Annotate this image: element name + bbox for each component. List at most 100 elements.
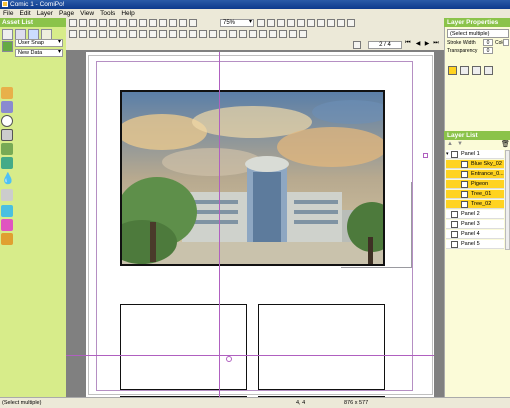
panel-1[interactable] — [120, 90, 385, 266]
asset-view-icon[interactable] — [2, 29, 13, 40]
arrange-21-icon[interactable] — [269, 30, 277, 38]
comic-page[interactable] — [66, 52, 434, 397]
tone-icon[interactable] — [1, 219, 13, 231]
arrange-14-icon[interactable] — [199, 30, 207, 38]
arrange-12-icon[interactable] — [179, 30, 187, 38]
transparency-field[interactable]: 0 — [483, 47, 493, 54]
mask-icon[interactable] — [484, 66, 493, 75]
template-icon[interactable] — [1, 233, 13, 245]
layer-row[interactable]: Panel 3 — [446, 220, 504, 229]
layer-row[interactable]: Panel 5 — [446, 240, 504, 249]
page-add-icon[interactable] — [353, 41, 361, 49]
arrange-8-icon[interactable] — [139, 30, 147, 38]
save-icon[interactable] — [89, 19, 97, 27]
menu-view[interactable]: View — [77, 9, 97, 18]
prev-page-icon[interactable]: ◀ — [414, 40, 422, 47]
menu-help[interactable]: Help — [118, 9, 137, 18]
background-icon[interactable] — [1, 143, 13, 155]
vertical-guide[interactable] — [219, 52, 220, 397]
arrange-17-icon[interactable] — [229, 30, 237, 38]
settings-icon[interactable] — [347, 19, 355, 27]
item-icon[interactable] — [1, 157, 13, 169]
cut-icon[interactable] — [139, 19, 147, 27]
arrange-18-icon[interactable] — [239, 30, 247, 38]
align-icon[interactable] — [307, 19, 315, 27]
arrange-2-icon[interactable] — [79, 30, 87, 38]
arrange-15-icon[interactable] — [209, 30, 217, 38]
arrange-20-icon[interactable] — [259, 30, 267, 38]
move-up-icon[interactable]: ▲ — [447, 141, 453, 147]
zoom-in-icon[interactable] — [257, 19, 265, 27]
pointer-icon[interactable] — [189, 19, 197, 27]
layer-row[interactable]: Entrance_0... — [446, 170, 504, 179]
effect-icon[interactable] — [1, 205, 13, 217]
asset-pose-icon[interactable] — [2, 41, 13, 52]
eye-icon[interactable] — [448, 66, 457, 75]
grid-icon[interactable] — [179, 19, 187, 27]
last-page-icon[interactable]: ⏭ — [432, 40, 440, 47]
arrange-10-icon[interactable] — [159, 30, 167, 38]
menu-page[interactable]: Page — [56, 9, 77, 18]
fit-icon[interactable] — [277, 19, 285, 27]
move-down-icon[interactable]: ▼ — [457, 141, 463, 147]
export-icon[interactable] — [99, 19, 107, 27]
arrange-16-icon[interactable] — [219, 30, 227, 38]
character-icon-2[interactable] — [1, 101, 13, 113]
order-icon[interactable] — [317, 19, 325, 27]
menu-file[interactable]: File — [0, 9, 16, 18]
color-swatch[interactable] — [503, 39, 509, 46]
layer-row[interactable]: Panel 2 — [446, 210, 504, 219]
layer-row[interactable]: Panel 4 — [446, 230, 504, 239]
image-icon[interactable] — [460, 66, 469, 75]
first-page-icon[interactable]: ⏮ — [404, 40, 412, 47]
rotate-icon[interactable] — [287, 19, 295, 27]
paste-icon[interactable] — [159, 19, 167, 27]
menu-edit[interactable]: Edit — [16, 9, 33, 18]
layer-scrollbar[interactable] — [505, 150, 510, 250]
page-indicator[interactable]: 2 / 4 — [368, 41, 402, 49]
effect-drop-icon[interactable]: 💧 — [1, 173, 15, 185]
arrange-5-icon[interactable] — [109, 30, 117, 38]
arrange-4-icon[interactable] — [99, 30, 107, 38]
lock-icon[interactable] — [337, 19, 345, 27]
arrange-3-icon[interactable] — [89, 30, 97, 38]
group-icon[interactable] — [327, 19, 335, 27]
panel-2[interactable] — [120, 304, 247, 390]
balloon-icon[interactable] — [1, 115, 13, 127]
layer-row[interactable]: Tree_01 — [446, 190, 504, 199]
stroke-width-field[interactable]: 0 — [483, 39, 493, 46]
redo-icon[interactable] — [129, 19, 137, 27]
menu-tools[interactable]: Tools — [97, 9, 118, 18]
layer-row[interactable]: Blue Sky_02 — [446, 160, 504, 169]
undo-icon[interactable] — [119, 19, 127, 27]
layer-mode-icon[interactable] — [472, 66, 481, 75]
character-icon[interactable] — [1, 87, 13, 99]
menu-layer[interactable]: Layer — [34, 9, 56, 18]
arrange-24-icon[interactable] — [299, 30, 307, 38]
arrange-19-icon[interactable] — [249, 30, 257, 38]
delete-icon[interactable] — [169, 19, 177, 27]
panel-3[interactable] — [258, 304, 385, 390]
arrange-9-icon[interactable] — [149, 30, 157, 38]
arrange-13-icon[interactable] — [189, 30, 197, 38]
blank-icon[interactable] — [1, 189, 13, 201]
text-icon[interactable] — [1, 129, 13, 141]
next-page-icon[interactable]: ▶ — [423, 40, 431, 47]
rotation-handle[interactable] — [226, 356, 232, 362]
arrange-7-icon[interactable] — [129, 30, 137, 38]
layer-row[interactable]: ▾ Panel 1 — [446, 150, 504, 159]
open-icon[interactable] — [79, 19, 87, 27]
trash-icon[interactable]: 🗑 — [501, 140, 510, 148]
zoom-out-icon[interactable] — [267, 19, 275, 27]
flip-icon[interactable] — [297, 19, 305, 27]
arrange-6-icon[interactable] — [119, 30, 127, 38]
arrange-23-icon[interactable] — [289, 30, 297, 38]
layer-row[interactable]: Tree_02 — [446, 200, 504, 209]
copy-icon[interactable] — [149, 19, 157, 27]
canvas-area[interactable] — [66, 50, 444, 397]
new-icon[interactable] — [69, 19, 77, 27]
asset-category-select[interactable]: User Snap — [15, 39, 63, 47]
expand-toggle-icon[interactable]: ▾ — [446, 150, 449, 159]
asset-subcategory-select[interactable]: New Data — [15, 49, 63, 57]
arrange-22-icon[interactable] — [279, 30, 287, 38]
